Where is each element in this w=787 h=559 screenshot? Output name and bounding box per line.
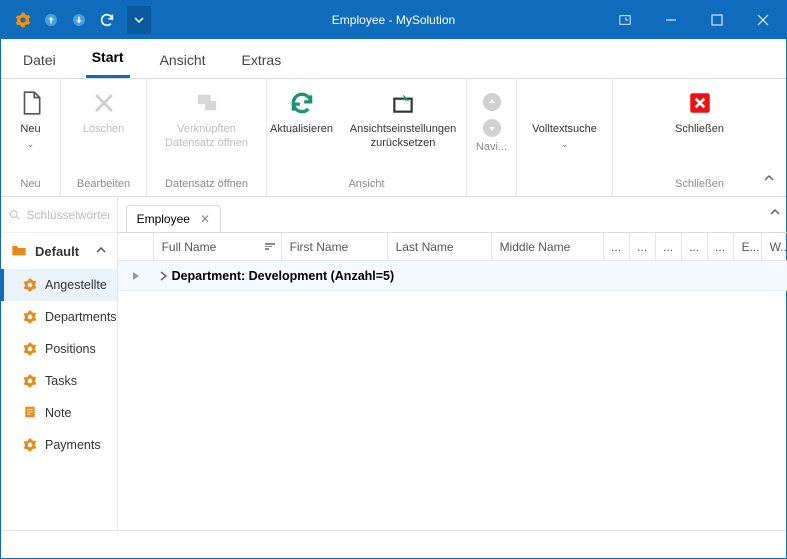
blank-icon	[550, 89, 578, 117]
note-icon	[23, 405, 37, 422]
status-bar	[1, 530, 786, 558]
qat-up-icon[interactable]	[37, 6, 65, 34]
grid-header-spacer	[118, 233, 154, 260]
ribbon-nav-buttons	[472, 85, 512, 137]
ribbon-reset-view-button[interactable]: Ansichtseinstellungenzurücksetzen	[343, 85, 463, 174]
sidebar-item-positions[interactable]: Positions	[1, 333, 117, 365]
sidebar-item-label: Positions	[45, 342, 96, 356]
document-tabstrip: Employee ✕	[118, 197, 787, 233]
chevron-down-icon: ⌄	[27, 139, 35, 150]
tab-close-button[interactable]: ✕	[200, 212, 210, 226]
nav-up-button[interactable]	[483, 93, 501, 111]
group-row-text: Department: Development (Anzahl=5)	[172, 269, 395, 283]
sidebar-item-note[interactable]: Note	[1, 397, 117, 429]
menu-tab-file[interactable]: Datei	[17, 42, 62, 78]
sidebar-category-default[interactable]: Default	[1, 233, 117, 269]
ribbon-refresh-button[interactable]: Aktualisieren	[270, 85, 333, 174]
menu-tab-view[interactable]: Ansicht	[154, 42, 212, 78]
ribbon-fulltext-button[interactable]: Volltextsuche ⌄	[532, 85, 597, 174]
column-overflow[interactable]: ...	[656, 233, 682, 260]
window-title: Employee - MySolution	[332, 13, 455, 27]
search-icon	[9, 208, 21, 222]
chevron-down-icon: ⌄	[561, 139, 569, 150]
ribbon-group-label: Ansicht	[348, 174, 384, 194]
ribbon-group-label: Schließen	[675, 174, 724, 194]
grid-header: Full Name First Name Last Name Middle Na…	[118, 233, 787, 261]
column-overflow[interactable]: ...	[604, 233, 630, 260]
ribbon-collapse-button[interactable]	[762, 171, 776, 190]
delete-icon	[90, 89, 118, 117]
ribbon-group-label: Datensatz öffnen	[165, 174, 248, 194]
nav-down-button[interactable]	[483, 119, 501, 137]
sidebar: Default Angestellte Departments Position…	[1, 197, 118, 530]
ribbon-new-button[interactable]: Neu ⌄	[3, 85, 59, 174]
window-compact-button[interactable]	[602, 1, 648, 39]
gear-icon	[23, 374, 37, 388]
ribbon-close-button[interactable]: Schließen	[672, 85, 728, 174]
column-overflow[interactable]: ...	[682, 233, 708, 260]
sidebar-item-payments[interactable]: Payments	[1, 429, 117, 461]
ribbon-delete-button: Löschen	[76, 85, 132, 174]
quick-access-toolbar	[1, 1, 151, 39]
window-close-button[interactable]	[740, 1, 786, 39]
group-expand-button[interactable]	[154, 271, 172, 281]
search-input[interactable]	[27, 208, 109, 222]
sidebar-item-tasks[interactable]: Tasks	[1, 365, 117, 397]
column-w[interactable]: W...	[762, 233, 787, 260]
column-fullname[interactable]: Full Name	[154, 233, 282, 260]
document-tab-employee[interactable]: Employee ✕	[126, 205, 221, 233]
sidebar-category-label: Default	[35, 244, 79, 259]
sidebar-item-angestellte[interactable]: Angestellte	[1, 269, 117, 301]
menu-bar: Datei Start Ansicht Extras	[1, 39, 786, 79]
ribbon-group-label: Bearbeiten	[77, 174, 130, 194]
column-middlename[interactable]: Middle Name	[492, 233, 604, 260]
sidebar-item-departments[interactable]: Departments	[1, 301, 117, 333]
sidebar-item-label: Departments	[45, 310, 117, 324]
gear-icon	[23, 342, 37, 356]
window-minimize-button[interactable]	[648, 1, 694, 39]
menu-tab-extras[interactable]: Extras	[236, 42, 288, 78]
new-file-icon	[17, 89, 45, 117]
qat-settings-icon[interactable]	[9, 6, 37, 34]
content-area: Employee ✕ Full Name First Name Last Nam…	[118, 197, 787, 530]
body: Default Angestellte Departments Position…	[1, 197, 786, 530]
sidebar-item-label: Angestellte	[45, 278, 107, 292]
gear-icon	[23, 310, 37, 324]
qat-refresh-icon[interactable]	[93, 6, 121, 34]
ribbon-group-label: Navi...	[476, 137, 507, 157]
column-overflow[interactable]: ...	[630, 233, 656, 260]
ribbon-open-linked-button: VerknüpftenDatensatz öffnen	[157, 85, 257, 174]
ribbon: Neu ⌄ Neu Löschen Bearbeiten Verknüpften…	[1, 79, 786, 197]
chevron-up-icon	[95, 244, 107, 259]
title-bar: Employee - MySolution	[1, 1, 786, 39]
sidebar-item-label: Payments	[45, 438, 101, 452]
qat-down-icon[interactable]	[65, 6, 93, 34]
column-e[interactable]: E...	[734, 233, 762, 260]
folder-icon	[11, 243, 27, 260]
sort-indicator-icon	[265, 243, 275, 250]
window-maximize-button[interactable]	[694, 1, 740, 39]
window-buttons	[602, 1, 786, 39]
gear-icon	[23, 438, 37, 452]
grid-group-row[interactable]: Department: Development (Anzahl=5)	[118, 261, 787, 291]
sidebar-item-label: Tasks	[45, 374, 77, 388]
column-firstname[interactable]: First Name	[282, 233, 388, 260]
refresh-icon	[288, 89, 316, 117]
sidebar-search	[1, 197, 117, 233]
close-icon	[686, 89, 714, 117]
sidebar-item-label: Note	[45, 406, 71, 420]
qat-customize-button[interactable]	[127, 6, 151, 34]
gear-icon	[23, 278, 37, 292]
tab-collapse-button[interactable]	[768, 205, 782, 224]
column-overflow[interactable]: ...	[708, 233, 734, 260]
reset-view-icon	[389, 89, 417, 117]
menu-tab-start[interactable]: Start	[86, 39, 130, 78]
document-tab-label: Employee	[137, 212, 190, 226]
row-indicator-icon	[118, 271, 154, 281]
column-lastname[interactable]: Last Name	[388, 233, 492, 260]
linked-record-icon	[193, 89, 221, 117]
ribbon-group-label: Neu	[20, 174, 40, 194]
